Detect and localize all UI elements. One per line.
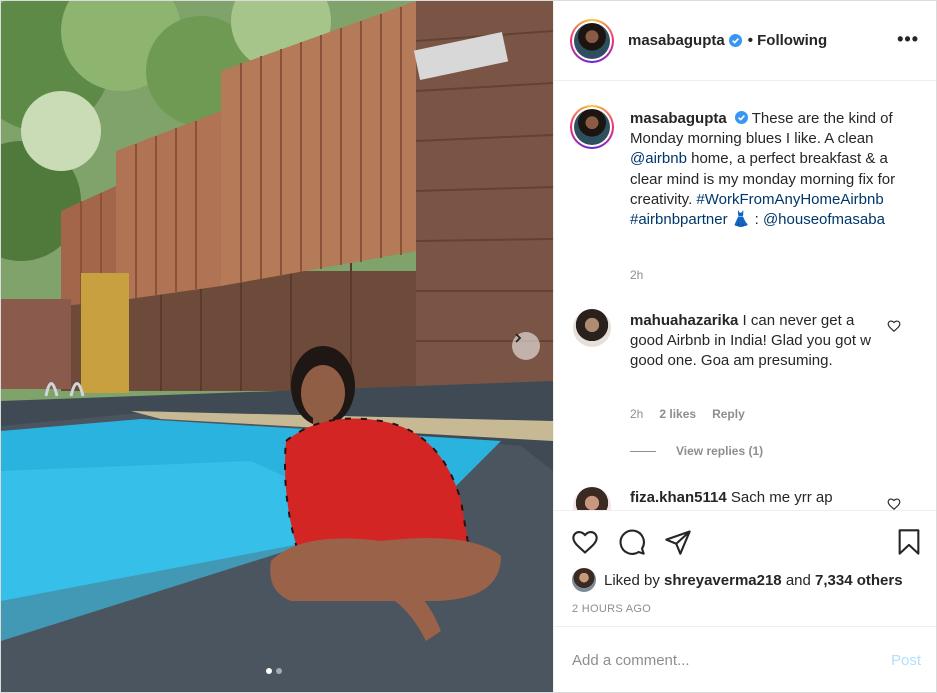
caption-username[interactable]: masabagupta <box>630 110 727 127</box>
carousel-dot <box>276 668 282 674</box>
reply-button[interactable]: Reply <box>712 407 745 421</box>
post-side-panel: masabagupta • Following ••• masabagupta … <box>553 1 936 692</box>
liked-by-and: and <box>785 571 811 589</box>
post-header: masabagupta • Following ••• <box>554 1 936 81</box>
share-icon[interactable] <box>664 528 692 556</box>
add-comment-bar: Post <box>554 626 936 692</box>
comment-like-heart-icon[interactable] <box>887 497 901 510</box>
carousel-next-button[interactable] <box>512 332 540 360</box>
hashtag-airbnbpartner[interactable]: #airbnbpartner <box>630 211 728 228</box>
post-comment-button[interactable]: Post <box>891 652 921 669</box>
mention-airbnb[interactable]: @airbnb <box>630 150 687 167</box>
chevron-right-icon <box>515 333 522 343</box>
comment-likes[interactable]: 2 likes <box>659 407 696 421</box>
carousel-dot <box>266 668 272 674</box>
liked-by-others[interactable]: 7,334 others <box>815 572 903 589</box>
liked-by: Liked by shreyaverma218 and 7,334 others <box>572 568 903 592</box>
caption-text: masabagupta These are the kind of Monday… <box>630 109 922 230</box>
author-avatar[interactable] <box>570 18 614 63</box>
view-replies-button[interactable]: View replies (1) <box>630 444 763 458</box>
post-modal: masabagupta • Following ••• masabagupta … <box>0 0 937 693</box>
comment-icon[interactable] <box>618 528 646 556</box>
comment-like-heart-icon[interactable] <box>887 319 901 333</box>
hashtag-workfromanyhomeairbnb[interactable]: #WorkFromAnyHomeAirbnb <box>696 191 883 208</box>
commenter-avatar[interactable] <box>573 487 611 510</box>
mention-houseofmasaba[interactable]: @houseofmasaba <box>763 211 885 228</box>
comment-time[interactable]: 2h <box>630 407 643 421</box>
caption-time[interactable]: 2h <box>630 268 643 282</box>
post-timestamp[interactable]: 2 HOURS AGO <box>572 603 651 615</box>
post-actions: Liked by shreyaverma218 and 7,334 others… <box>554 510 936 626</box>
liked-by-prefix: Liked by <box>604 571 660 589</box>
heart-icon[interactable] <box>571 528 599 556</box>
more-icon[interactable]: ••• <box>897 29 919 50</box>
carousel-dots <box>266 668 282 674</box>
following-button[interactable]: • Following <box>748 32 827 49</box>
comment-text: fiza.khan5114 Sach me yrr ap <box>630 488 875 508</box>
liker-avatar[interactable] <box>572 568 596 592</box>
caption-avatar[interactable] <box>570 105 614 149</box>
comment-text: mahuahazarika I can never get a good Air… <box>630 311 875 372</box>
verified-icon <box>728 34 742 47</box>
author-username[interactable]: masabagupta <box>628 32 725 49</box>
view-replies-label: View replies (1) <box>676 444 764 458</box>
post-photo[interactable] <box>1 1 553 692</box>
verified-icon <box>734 111 748 124</box>
photo-scene <box>1 1 553 692</box>
bookmark-icon[interactable] <box>895 528 923 556</box>
comment-username[interactable]: mahuahazarika <box>630 312 738 329</box>
comments-list[interactable]: masabagupta These are the kind of Monday… <box>554 82 936 510</box>
comment-username[interactable]: fiza.khan5114 <box>630 489 727 506</box>
divider-line <box>630 450 656 452</box>
comment-meta: 2h 2 likes Reply <box>630 407 745 421</box>
liked-by-user[interactable]: shreyaverma218 <box>664 572 782 589</box>
caption-emoji: 👗 : <box>727 211 763 229</box>
comment-input[interactable] <box>572 652 872 669</box>
following-label: Following <box>757 32 828 49</box>
comment-body: Sach me yrr ap <box>726 489 833 506</box>
commenter-avatar[interactable] <box>573 309 611 347</box>
